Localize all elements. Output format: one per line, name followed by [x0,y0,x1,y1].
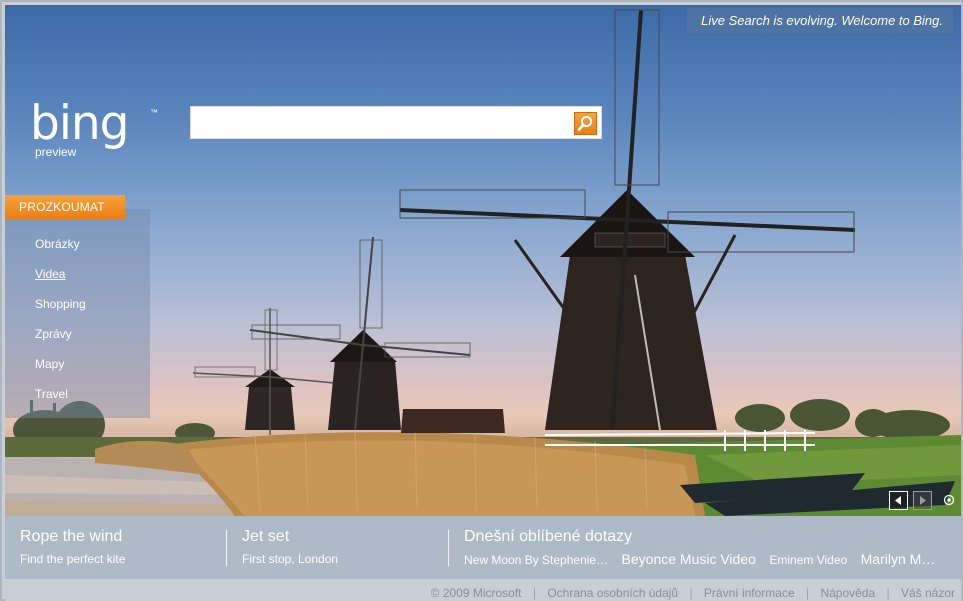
popular-query[interactable]: Marilyn M… [861,551,936,567]
copyright: © 2009 Microsoft [430,586,522,600]
search-icon [577,115,593,131]
feature-title: Rope the wind [20,528,123,545]
prev-image-button[interactable] [889,491,908,510]
footer-link-privacy[interactable]: Ochrana osobních údajů [547,586,678,600]
footer-link-help[interactable]: Nápověda [820,586,875,600]
popular-queries-title: Dnešní oblíbené dotazy [464,528,633,545]
bing-logo[interactable]: bing ™ preview [30,96,170,160]
hotspot-icon[interactable] [943,494,955,506]
popular-query[interactable]: New Moon By Stephenie… [464,553,608,567]
feature-subtitle[interactable]: Find the perfect kite [20,552,125,566]
explore-item-news[interactable]: Zprávy [35,327,72,341]
strip-divider [448,530,449,566]
next-arrow-icon [920,496,926,505]
next-image-button[interactable] [913,491,932,510]
explore-heading: PROZKOUMAT [5,195,125,219]
feature-subtitle[interactable]: First stop, London [242,552,338,566]
explore-panel: Obrázky Videa Shopping Zprávy Mapy Trave… [5,209,150,418]
feature-title: Jet set [242,528,290,545]
explore-item-videos[interactable]: Videa [35,267,65,281]
logo-preview-tag: preview [35,145,77,159]
explore-item-maps[interactable]: Mapy [35,357,64,371]
search-button[interactable] [574,112,597,135]
explore-item-travel[interactable]: Travel [35,387,68,401]
explore-item-shopping[interactable]: Shopping [35,297,86,311]
footer-link-feedback[interactable]: Váš názor [901,586,955,600]
feature-strip: Rope the wind Find the perfect kite Jet … [5,516,961,579]
explore-item-images[interactable]: Obrázky [35,237,80,251]
strip-divider [226,530,227,566]
popular-query[interactable]: Beyonce Music Video [622,551,756,567]
search-box [190,106,602,139]
prev-arrow-icon [895,496,901,505]
search-input[interactable] [195,111,567,135]
welcome-banner[interactable]: Live Search is evolving. Welcome to Bing… [687,8,953,33]
popular-queries-list: New Moon By Stephenie… Beyonce Music Vid… [464,551,959,569]
logo-wordmark: bing [30,96,130,151]
footer: © 2009 Microsoft | Ochrana osobních údaj… [5,580,961,601]
browser-frame: Live Search is evolving. Welcome to Bing… [0,0,963,601]
popular-query[interactable]: Eminem Video [769,553,847,567]
logo-trademark: ™ [150,108,158,117]
footer-link-legal[interactable]: Právní informace [704,586,795,600]
